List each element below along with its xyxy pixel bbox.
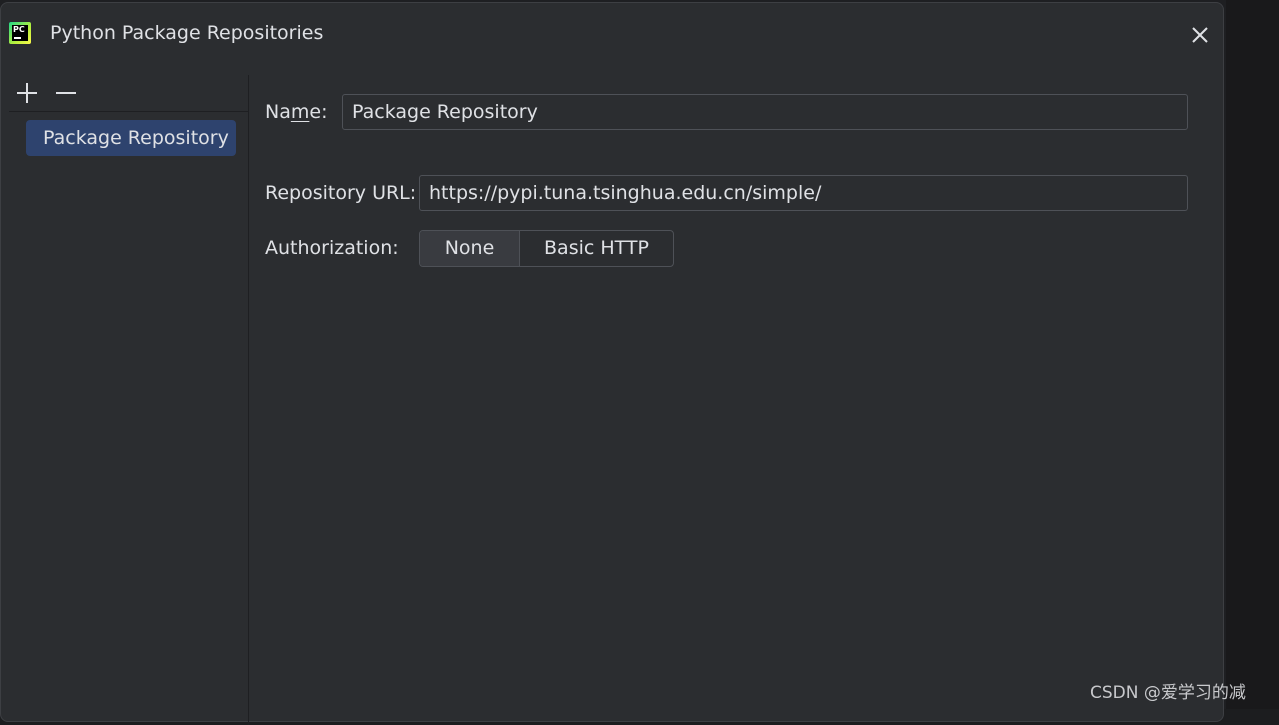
list-toolbar bbox=[9, 75, 248, 112]
authorization-selector: None Basic HTTP bbox=[419, 230, 674, 267]
authorization-label: Authorization: bbox=[265, 237, 399, 259]
name-field[interactable] bbox=[342, 94, 1188, 130]
watermark-text: CSDN @爱学习的减 bbox=[1090, 683, 1246, 703]
pycharm-icon: PC bbox=[9, 22, 31, 44]
repository-list-item[interactable]: Package Repository bbox=[26, 120, 236, 156]
repository-url-field[interactable] bbox=[419, 175, 1188, 211]
repository-list-panel: Package Repository bbox=[1, 75, 249, 725]
auth-basic-http-button[interactable]: Basic HTTP bbox=[520, 231, 673, 266]
minus-icon bbox=[56, 92, 76, 94]
repositories-dialog: PC Python Package Repositories Package R… bbox=[0, 2, 1224, 725]
add-repository-button[interactable] bbox=[15, 81, 39, 105]
plus-icon bbox=[17, 83, 37, 103]
close-button[interactable] bbox=[1186, 21, 1214, 49]
name-label: Name: bbox=[265, 101, 328, 123]
title-bar: PC Python Package Repositories bbox=[1, 3, 1223, 61]
auth-none-button[interactable]: None bbox=[420, 231, 520, 266]
close-icon bbox=[1192, 27, 1208, 43]
dialog-title: Python Package Repositories bbox=[50, 22, 324, 44]
background-edge bbox=[1226, 0, 1279, 709]
repository-url-label: Repository URL: bbox=[265, 182, 417, 204]
remove-repository-button[interactable] bbox=[54, 81, 78, 105]
